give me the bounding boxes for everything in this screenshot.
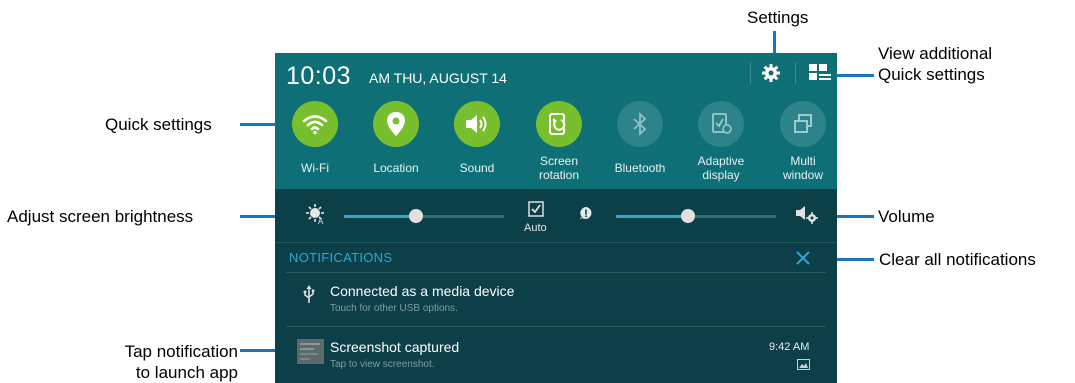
- notification-item-usb[interactable]: Connected as a media device Touch for ot…: [275, 273, 837, 325]
- callout-volume: Volume: [878, 207, 935, 226]
- volume-slider-handle[interactable]: [681, 209, 695, 223]
- notification-title: Screenshot captured: [330, 339, 460, 355]
- tile-bluetooth[interactable]: Bluetooth: [608, 101, 672, 183]
- sound-icon: [454, 101, 500, 147]
- tile-multi-window[interactable]: Multi window: [771, 101, 835, 183]
- clear-all-icon[interactable]: [796, 251, 810, 265]
- tile-location[interactable]: Location: [364, 101, 428, 183]
- callout-adjust-brightness: Adjust screen brightness: [7, 207, 194, 226]
- callout-tap-notification: Tap notification to launch app: [96, 341, 238, 383]
- callout-view-additional-line2: Quick settings: [878, 65, 985, 84]
- divider: [275, 242, 837, 243]
- brightness-auto-icon[interactable]: A: [306, 203, 326, 225]
- usb-icon: [303, 285, 315, 303]
- notifications-header: NOTIFICATIONS: [289, 250, 393, 265]
- screenshot-thumbnail: [297, 339, 324, 364]
- callout-view-additional: View additional Quick settings: [878, 43, 992, 85]
- image-icon: [797, 359, 810, 370]
- tile-label: Multi window: [782, 154, 824, 182]
- bluetooth-icon: [617, 101, 663, 147]
- multi-window-icon: [780, 101, 826, 147]
- notification-panel: 10:03 AM THU, AUGUST 14 Wi-Fi Location S…: [275, 53, 837, 383]
- wifi-icon: [292, 101, 338, 147]
- callout-clear-all: Clear all notifications: [879, 250, 1036, 269]
- gear-icon[interactable]: [761, 63, 781, 83]
- quick-settings-grid-icon[interactable]: [809, 64, 831, 82]
- notification-volume-icon[interactable]: [579, 206, 593, 220]
- auto-label: Auto: [524, 222, 547, 234]
- tile-label: Adaptive display: [697, 154, 745, 182]
- notification-subtitle: Touch for other USB options.: [330, 303, 458, 314]
- tile-label: Screen rotation: [538, 154, 580, 182]
- status-time: 10:03: [286, 62, 352, 90]
- callout-tap-notification-line1: Tap notification: [124, 342, 238, 361]
- header-divider: [795, 62, 796, 84]
- tile-sound[interactable]: Sound: [445, 101, 509, 183]
- header-divider: [750, 62, 751, 84]
- callout-tap-notification-line2: to launch app: [135, 363, 238, 382]
- callout-view-additional-line1: View additional: [878, 44, 993, 63]
- brightness-slider-fill: [344, 215, 416, 218]
- tile-label: Sound: [459, 161, 495, 175]
- brightness-slider-handle[interactable]: [409, 209, 423, 223]
- tile-label: Bluetooth: [614, 161, 666, 175]
- status-date: AM THU, AUGUST 14: [369, 70, 507, 86]
- notification-time: 9:42 AM: [769, 341, 810, 353]
- brightness-volume-row: A Auto: [275, 189, 837, 242]
- notification-item-screenshot[interactable]: Screenshot captured Tap to view screensh…: [275, 327, 837, 383]
- tile-label: Wi-Fi: [301, 161, 329, 175]
- callout-quick-settings: Quick settings: [105, 115, 212, 134]
- location-icon: [373, 101, 419, 147]
- notification-subtitle: Tap to view screenshot.: [330, 359, 435, 370]
- volume-slider-fill: [616, 215, 688, 218]
- notification-title: Connected as a media device: [330, 283, 515, 299]
- quick-settings-area: 10:03 AM THU, AUGUST 14 Wi-Fi Location S…: [275, 53, 837, 189]
- screen-rotation-icon: [536, 101, 582, 147]
- adaptive-display-icon: [698, 101, 744, 147]
- auto-checkbox[interactable]: [528, 201, 544, 217]
- callout-settings: Settings: [747, 8, 809, 27]
- volume-settings-icon[interactable]: [795, 205, 819, 225]
- tile-label: Location: [373, 161, 419, 175]
- tile-screen-rotation[interactable]: Screen rotation: [527, 101, 591, 183]
- tile-adaptive-display[interactable]: Adaptive display: [689, 101, 753, 183]
- tile-wifi[interactable]: Wi-Fi: [283, 101, 347, 183]
- svg-text:A: A: [318, 217, 324, 225]
